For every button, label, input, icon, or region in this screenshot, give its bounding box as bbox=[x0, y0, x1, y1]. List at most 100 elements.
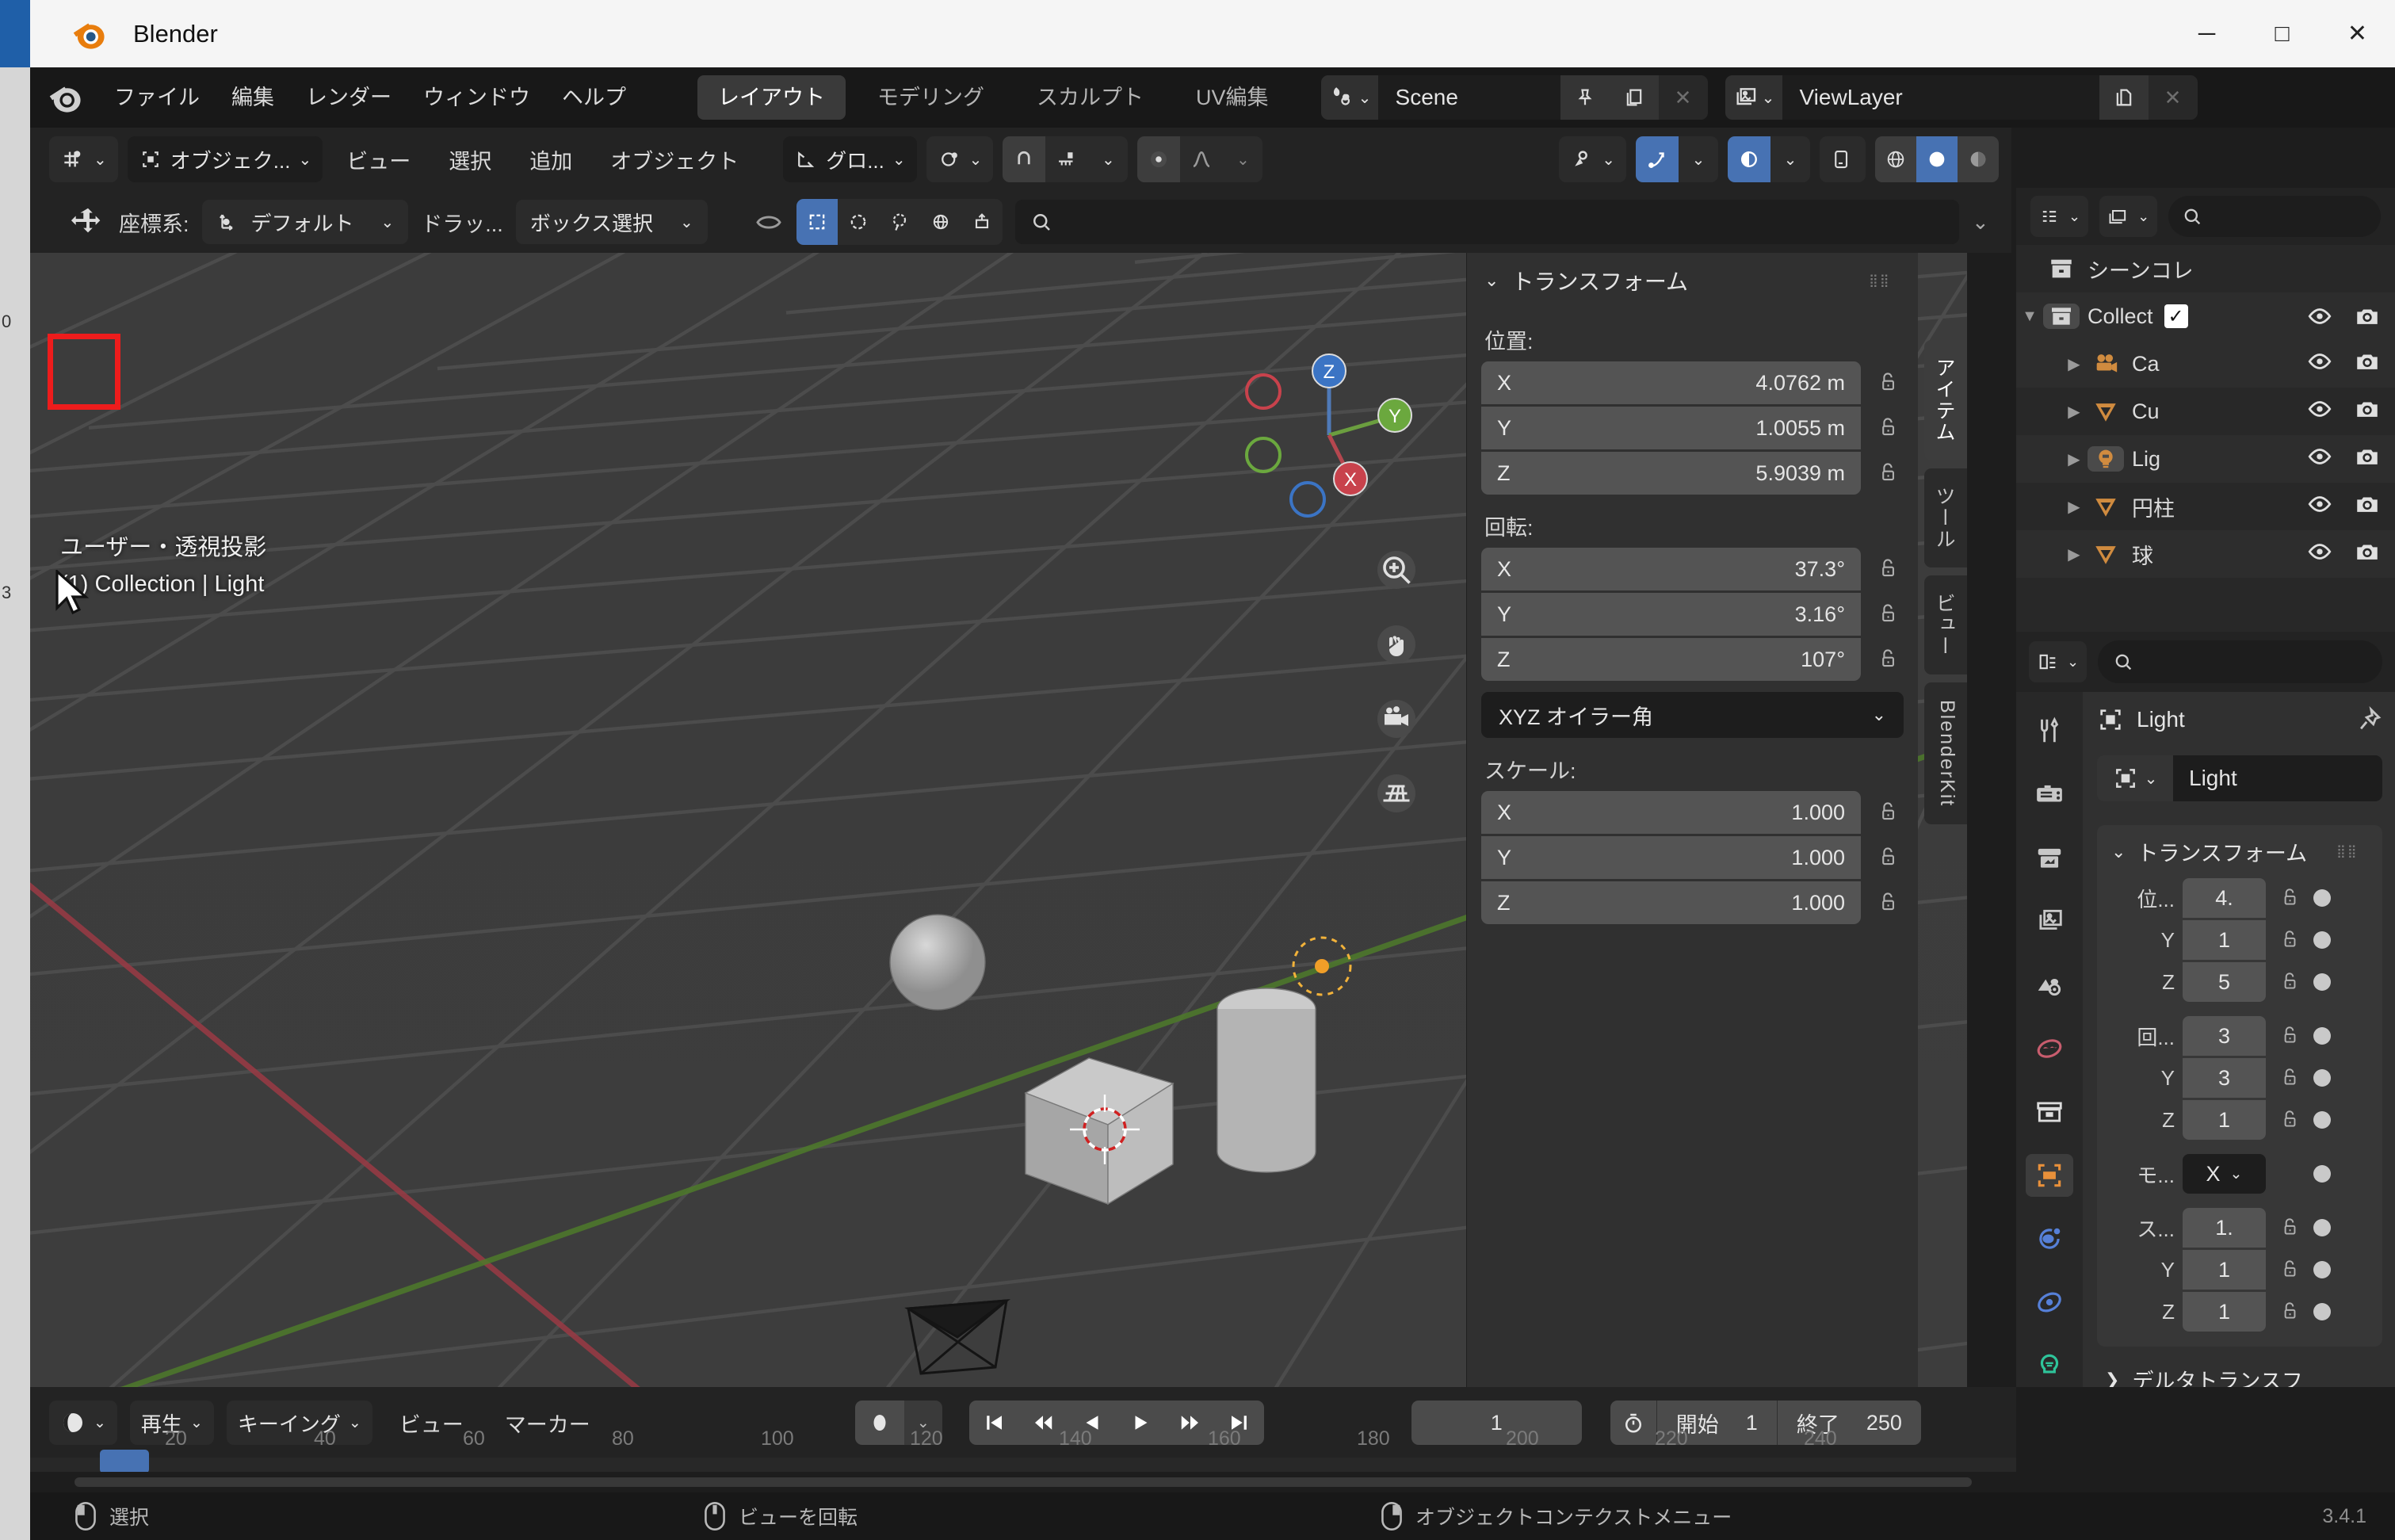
tab-world-icon[interactable] bbox=[2026, 1026, 2073, 1069]
hide-eye-icon[interactable] bbox=[2306, 538, 2333, 571]
select-globe-icon[interactable] bbox=[919, 199, 961, 245]
scene-copy-icon[interactable] bbox=[1609, 75, 1659, 120]
hide-eye-icon[interactable] bbox=[2306, 396, 2333, 428]
outliner-search-input[interactable] bbox=[2168, 196, 2381, 237]
scale-y-field[interactable]: Y 1.000 bbox=[1481, 836, 1861, 879]
tab-object-icon[interactable] bbox=[2026, 1153, 2073, 1197]
menu-file[interactable]: ファイル bbox=[98, 67, 216, 128]
keying-dropdown[interactable]: キーイング ⌄ bbox=[226, 1401, 372, 1445]
scale-x-lock-icon[interactable] bbox=[1872, 801, 1904, 824]
pr-location-z-lock-icon[interactable] bbox=[2274, 971, 2305, 993]
falloff-curve-icon[interactable] bbox=[1180, 136, 1224, 182]
pan-hand-icon[interactable] bbox=[1373, 621, 1420, 668]
jump-start-icon[interactable] bbox=[968, 1401, 1018, 1445]
scale-y-lock-icon[interactable] bbox=[1872, 846, 1904, 869]
object-id-type-icon[interactable]: ⌄ bbox=[2097, 755, 2173, 801]
vp-menu-add[interactable]: 追加 bbox=[515, 144, 586, 175]
hide-eye-icon[interactable] bbox=[2306, 443, 2333, 476]
scene-name[interactable]: Scene bbox=[1377, 75, 1560, 120]
pr-rotation-z-field[interactable]: 1 bbox=[2183, 1100, 2266, 1140]
menu-render[interactable]: レンダー bbox=[290, 67, 407, 128]
render-camera-icon[interactable] bbox=[2354, 396, 2381, 428]
viewlayer-selector[interactable]: ⌄ ViewLayer ✕ bbox=[1725, 75, 2198, 120]
pivot-point-button[interactable]: ⌄ bbox=[926, 136, 994, 182]
pr-location-y-lock-icon[interactable] bbox=[2274, 929, 2305, 951]
scale-z-lock-icon[interactable] bbox=[1872, 891, 1904, 915]
drag-mode-dropdown[interactable]: ボックス選択 ⌄ bbox=[515, 200, 708, 244]
minimize-button[interactable]: ─ bbox=[2169, 0, 2244, 67]
n-panel-header[interactable]: ⌄ トランスフォーム ⣿⣿ bbox=[1467, 253, 1918, 308]
pr-rotation-y-field[interactable]: 3 bbox=[2183, 1058, 2266, 1098]
light-object[interactable] bbox=[1286, 930, 1358, 1002]
scene-pin-icon[interactable] bbox=[1560, 75, 1610, 120]
viewlayer-remove-icon[interactable]: ✕ bbox=[2148, 75, 2198, 120]
tab-sculpt[interactable]: スカルプト bbox=[1016, 75, 1164, 120]
playhead[interactable] bbox=[100, 1450, 149, 1473]
navigation-gizmo[interactable]: Z Y X bbox=[1230, 336, 1428, 518]
select-extrude-icon[interactable] bbox=[961, 199, 1003, 245]
outliner-editor-type-icon[interactable]: ⌄ bbox=[2030, 196, 2089, 237]
tab-modifier-icon[interactable] bbox=[2026, 1217, 2073, 1260]
viewport-gizmo-button[interactable] bbox=[1820, 136, 1866, 182]
scene-remove-icon[interactable]: ✕ bbox=[1658, 75, 1708, 120]
tab-uvediting[interactable]: UV編集 bbox=[1175, 75, 1289, 120]
tab-light-data-icon[interactable] bbox=[2026, 1344, 2073, 1387]
rotation-z-field[interactable]: Z 107° bbox=[1481, 638, 1861, 681]
menu-window[interactable]: ウィンドウ bbox=[407, 67, 546, 128]
expand-icon[interactable]: ▶ bbox=[2061, 402, 2088, 422]
object-id-name-field[interactable]: Light bbox=[2173, 755, 2382, 801]
select-mode-group[interactable] bbox=[796, 199, 1003, 245]
object-mode-button[interactable]: オブジェク... ⌄ bbox=[127, 136, 323, 182]
shading-wireframe-icon[interactable] bbox=[1875, 136, 1916, 182]
snap-target-icon[interactable] bbox=[1045, 136, 1089, 182]
rotation-y-field[interactable]: Y 3.16° bbox=[1481, 593, 1861, 636]
xray-group[interactable]: ⌄ bbox=[1728, 136, 1810, 182]
outliner-item-Ca[interactable]: ▶ Ca bbox=[2016, 340, 2395, 388]
rotation-x-lock-icon[interactable] bbox=[1872, 557, 1904, 581]
menu-help[interactable]: ヘルプ bbox=[546, 67, 642, 128]
overlays-group[interactable]: ⌄ bbox=[1636, 136, 1718, 182]
falloff-dropdown-icon[interactable]: ⌄ bbox=[1223, 136, 1263, 182]
expand-icon[interactable]: ▶ bbox=[2061, 449, 2088, 469]
pr-scale-z-animate-dot[interactable] bbox=[2313, 1303, 2331, 1320]
outliner-item-球[interactable]: ▶ 球 bbox=[2016, 530, 2395, 578]
camera-object[interactable] bbox=[902, 1291, 1013, 1394]
viewlayer-copy-icon[interactable] bbox=[2099, 75, 2149, 120]
tab-scene-icon[interactable] bbox=[2026, 963, 2073, 1006]
scale-z-field[interactable]: Z 1.000 bbox=[1481, 881, 1861, 924]
location-z-lock-icon[interactable] bbox=[1872, 461, 1904, 485]
pr-location-x-field[interactable]: 4. bbox=[2183, 878, 2266, 918]
snap-magnet-icon[interactable] bbox=[1003, 136, 1046, 182]
location-z-field[interactable]: Z 5.9039 m bbox=[1481, 452, 1861, 495]
timeline-ruler[interactable]: 20 40 60 80 100 120 140 160 180 200 220 240 bbox=[30, 1427, 2016, 1473]
pr-rotation-y-lock-icon[interactable] bbox=[2274, 1067, 2305, 1089]
collection-checkbox[interactable]: ✓ bbox=[2164, 304, 2188, 328]
properties-editor-type-icon[interactable]: ⌄ bbox=[2029, 641, 2088, 682]
tab-layout[interactable]: レイアウト bbox=[697, 75, 846, 120]
shading-group[interactable] bbox=[1875, 136, 1999, 182]
select-box-icon[interactable] bbox=[796, 199, 838, 245]
vp-menu-view[interactable]: ビュー bbox=[332, 144, 425, 175]
outliner-collection-row[interactable]: ▼ Collect ✓ bbox=[2016, 292, 2395, 340]
show-gizmo-button[interactable]: ⌄ bbox=[1559, 136, 1626, 182]
properties-search-input[interactable] bbox=[2098, 640, 2382, 683]
auto-keying-icon[interactable] bbox=[854, 1401, 904, 1445]
pr-scale-z-lock-icon[interactable] bbox=[2274, 1301, 2305, 1323]
render-camera-icon[interactable] bbox=[2354, 443, 2381, 476]
tab-viewlayer-icon[interactable] bbox=[2026, 900, 2073, 942]
side-tab-view[interactable]: ビュー bbox=[1924, 575, 1967, 674]
rotation-mode-dropdown[interactable]: XYZ オイラー角 ⌄ bbox=[1481, 692, 1904, 738]
tab-physics-icon[interactable] bbox=[2026, 1281, 2073, 1324]
side-tab-tool[interactable]: ツール bbox=[1924, 468, 1967, 567]
scene-selector[interactable]: ⌄ Scene ✕ bbox=[1320, 75, 1708, 120]
pr-location-x-lock-icon[interactable] bbox=[2274, 887, 2305, 909]
current-frame-field[interactable]: 1 bbox=[1411, 1401, 1582, 1445]
pr-scale-y-animate-dot[interactable] bbox=[2313, 1261, 2331, 1278]
pr-scale-y-field[interactable]: 1 bbox=[2183, 1250, 2266, 1290]
close-button[interactable]: ✕ bbox=[2320, 0, 2395, 67]
tab-tool-icon[interactable] bbox=[2026, 709, 2073, 752]
tab-modeling[interactable]: モデリング bbox=[857, 75, 1005, 120]
pr-location-y-field[interactable]: 1 bbox=[2183, 920, 2266, 960]
blender-menu-icon[interactable] bbox=[44, 76, 87, 119]
snap-dropdown-icon[interactable]: ⌄ bbox=[1088, 136, 1129, 182]
